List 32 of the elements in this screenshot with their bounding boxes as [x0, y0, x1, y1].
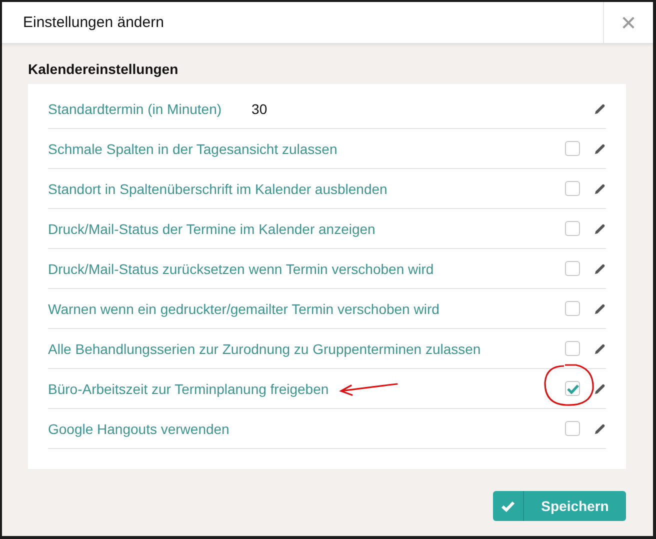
- checkbox[interactable]: [565, 261, 580, 276]
- pencil-icon[interactable]: [594, 102, 606, 114]
- setting-label: Schmale Spalten in der Tagesansicht zulassen: [48, 140, 338, 156]
- setting-label: Büro-Arbeitszeit zur Terminplanung freigeben: [48, 380, 329, 396]
- setting-label: Druck/Mail-Status der Termine im Kalender anzeigen: [48, 220, 376, 236]
- pencil-icon[interactable]: [594, 382, 606, 394]
- pencil-icon[interactable]: [594, 422, 606, 434]
- setting-label: Standardtermin (in Minuten): [48, 100, 222, 116]
- close-button[interactable]: ✕: [603, 2, 653, 43]
- pencil-icon[interactable]: [594, 262, 606, 274]
- pencil-icon[interactable]: [594, 302, 606, 314]
- number-field[interactable]: 30: [246, 89, 594, 128]
- checkbox[interactable]: [565, 301, 580, 316]
- pencil-icon[interactable]: [594, 342, 606, 354]
- checkbox[interactable]: [565, 221, 580, 236]
- setting-label: Alle Behandlungsserien zur Zurodnung zu Gruppenterminen zulassen: [48, 340, 481, 356]
- checkbox[interactable]: [565, 381, 580, 396]
- setting-label: Google Hangouts verwenden: [48, 420, 230, 436]
- save-button[interactable]: Speichern: [493, 491, 626, 521]
- checkbox[interactable]: [565, 181, 580, 196]
- checkbox[interactable]: [565, 421, 580, 436]
- section-title: Kalendereinstellungen: [27, 60, 180, 79]
- checkbox[interactable]: [565, 341, 580, 356]
- checkbox[interactable]: [565, 141, 580, 156]
- setting-label: Warnen wenn ein gedruckter/gemailter Termin verschoben wird: [48, 300, 440, 316]
- pencil-icon[interactable]: [594, 142, 606, 154]
- setting-label: Standort in Spaltenüberschrift im Kalender ausblenden: [48, 180, 388, 196]
- setting-label: Druck/Mail-Status zurücksetzen wenn Termin verschoben wird: [48, 260, 434, 276]
- pencil-icon[interactable]: [594, 222, 606, 234]
- dialog-title: Einstellungen ändern: [22, 13, 165, 33]
- pencil-icon[interactable]: [594, 182, 606, 194]
- check-icon: [501, 500, 515, 512]
